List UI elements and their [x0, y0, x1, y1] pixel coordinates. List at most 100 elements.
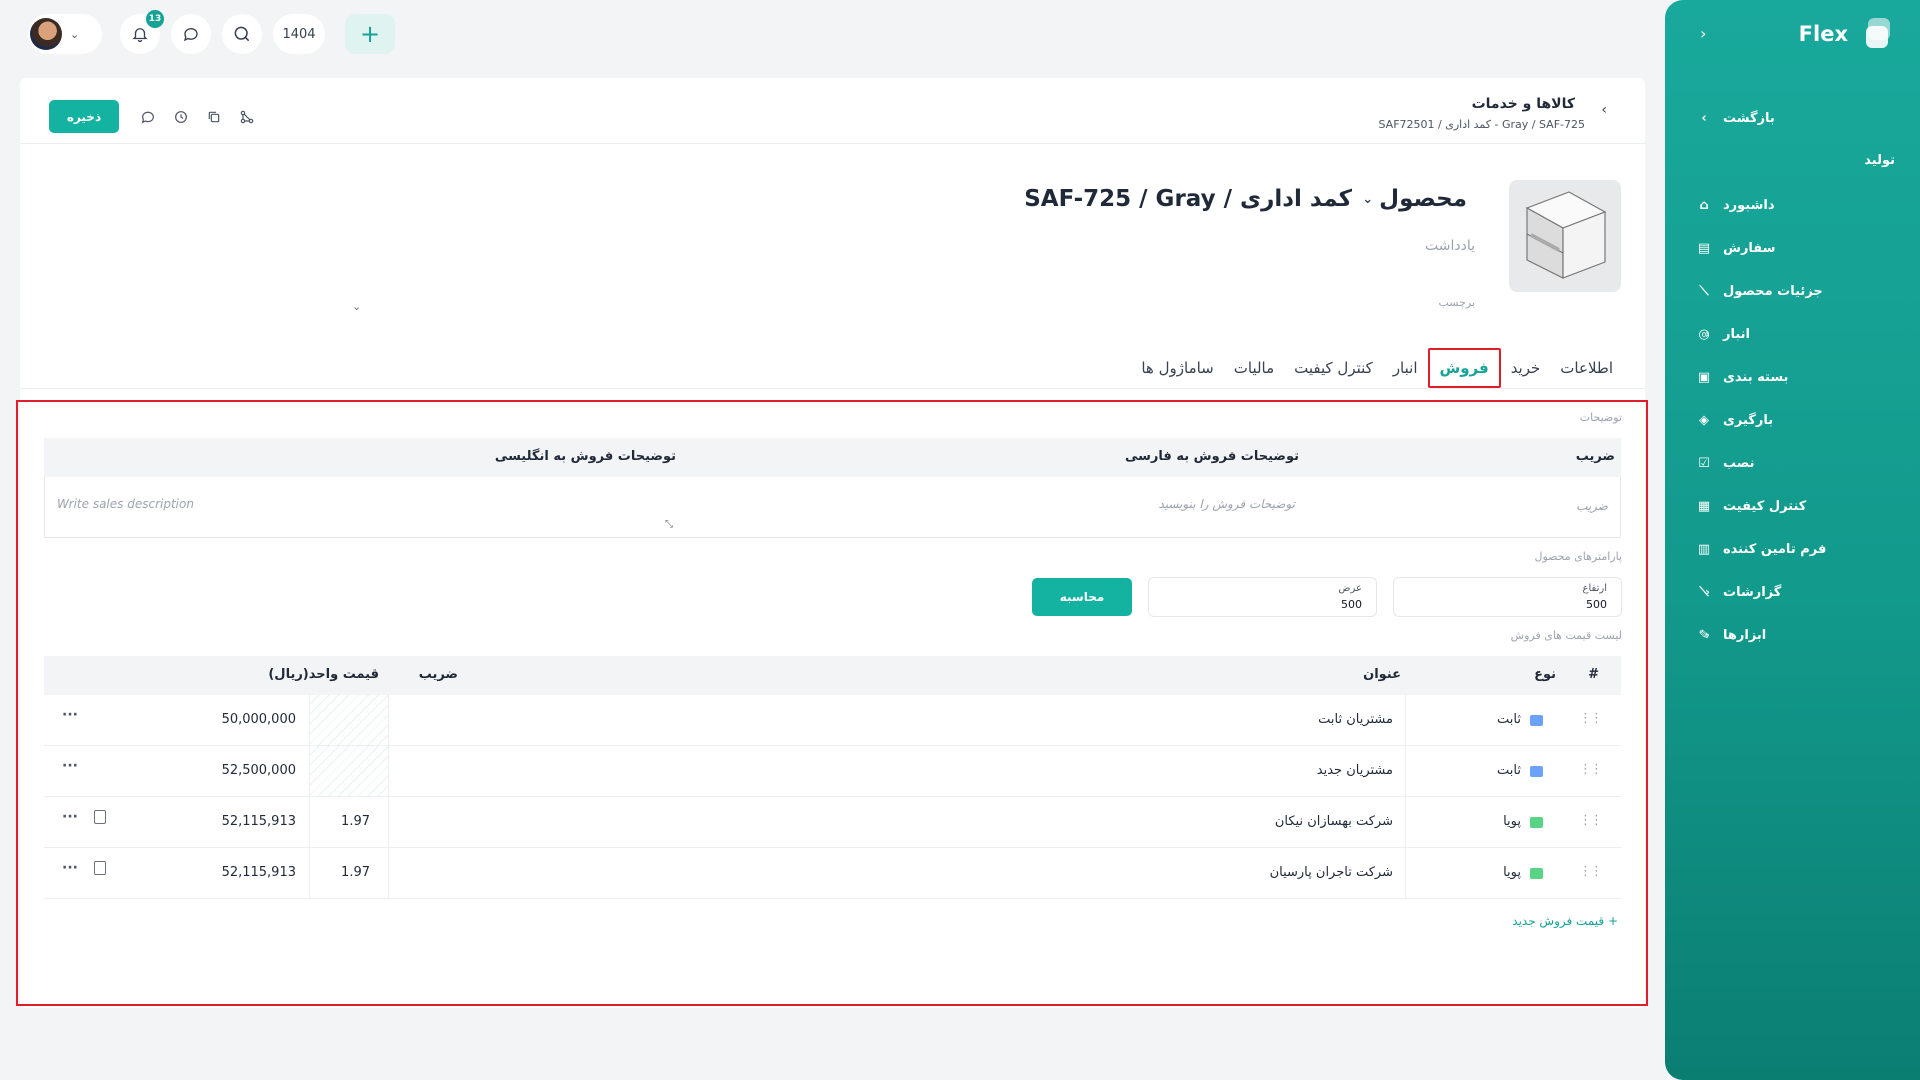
- width-field[interactable]: عرض 500: [1148, 577, 1377, 617]
- breadcrumb: Gray / SAF-725 - کمد اداری / SAF72501: [1378, 118, 1586, 131]
- table-row[interactable]: ⋮⋮ پویا شرکت بهسازان نیکان 1.97 52,115,913 ··…: [44, 797, 1621, 848]
- price-unit-value: 52,500,000: [221, 763, 296, 778]
- price-table-header: # نوع عنوان ضریب قیمت واحد(ریال): [44, 656, 1621, 695]
- factor-input[interactable]: ضریب: [1576, 499, 1608, 513]
- document-icon[interactable]: [94, 861, 106, 875]
- document-icon[interactable]: [94, 810, 106, 824]
- sales-desc-fa-input[interactable]: توضیحات فروش را بنویسید: [1158, 497, 1295, 511]
- drag-handle-icon[interactable]: ⋮⋮: [1579, 762, 1603, 777]
- sidebar-item-6[interactable]: ☑ نصب: [1695, 448, 1895, 478]
- notification-count-badge: 13: [146, 10, 164, 28]
- duplicate-icon[interactable]: [204, 107, 224, 127]
- search-button[interactable]: [222, 14, 262, 54]
- col-index: #: [1588, 667, 1599, 682]
- divider: [388, 695, 389, 745]
- drag-handle-icon[interactable]: ⋮⋮: [1579, 813, 1603, 828]
- cabinet-illustration: [1525, 191, 1607, 279]
- sidebar-item-7[interactable]: ▦ کنترل کیفیت: [1695, 491, 1895, 521]
- tab-bar: اطلاعات خرید فروش انبار کنترل کیفیت مالیات سام…: [1131, 348, 1623, 388]
- collapse-sidebar-button[interactable]: ‹: [1700, 24, 1706, 43]
- chevron-down-icon: ⌄: [70, 27, 80, 41]
- height-field[interactable]: ارتفاع 500: [1393, 577, 1622, 617]
- factor-disabled-cell: [310, 695, 388, 745]
- price-title: شرکت بهسازان نیکان: [1274, 814, 1393, 829]
- divider: [388, 848, 389, 898]
- sidebar-item-4[interactable]: ▣ بسته بندی: [1695, 362, 1895, 392]
- workflow-icon[interactable]: [237, 107, 257, 127]
- divider: [309, 695, 310, 745]
- comment-icon[interactable]: [138, 107, 158, 127]
- grid-icon: ▦: [1697, 498, 1711, 514]
- price-type-icon: [1530, 868, 1543, 879]
- table-row[interactable]: ⋮⋮ پویا شرکت تاجران پارسیان 1.97 52,115,913 ·…: [44, 848, 1621, 899]
- factor-disabled-cell: [310, 746, 388, 796]
- chevron-down-icon: ⌄: [1362, 191, 1374, 207]
- more-options-icon[interactable]: ···: [62, 809, 78, 825]
- brand-logo: Flex: [1799, 18, 1890, 50]
- tag-dropdown-chevron-icon[interactable]: ⌄: [352, 300, 361, 313]
- form-icon: ▥: [1697, 541, 1711, 557]
- note-input[interactable]: یادداشت: [1425, 238, 1475, 254]
- divider: [1405, 848, 1406, 898]
- sales-desc-en-input[interactable]: Write sales description: [57, 497, 194, 511]
- col-title: عنوان: [1363, 667, 1401, 682]
- sidebar-item-10[interactable]: ✎ ابزارها ‹: [1695, 620, 1895, 650]
- avatar: [30, 18, 62, 50]
- drag-handle-icon[interactable]: ⋮⋮: [1579, 864, 1603, 879]
- divider: [309, 797, 310, 847]
- tag-input[interactable]: برچسب: [1438, 296, 1475, 309]
- tab-6[interactable]: ساماژول ها: [1131, 348, 1223, 388]
- search-icon: [234, 26, 250, 42]
- more-options-icon[interactable]: ···: [62, 860, 78, 876]
- add-sales-price-link[interactable]: + قیمت فروش جدید: [1512, 914, 1618, 928]
- tab-4[interactable]: کنترل کیفیت: [1284, 348, 1383, 388]
- chevron-left-icon: ‹: [1705, 628, 1710, 642]
- description-section-label: توضیحات: [1579, 411, 1622, 424]
- product-kind-selector[interactable]: محصول ⌄: [1362, 186, 1467, 212]
- price-type: پویا: [1503, 865, 1521, 880]
- price-type: ثابت: [1497, 763, 1521, 778]
- flex-logo-icon: [1858, 18, 1890, 50]
- sidebar-item-0[interactable]: ⌂ داشبورد: [1695, 190, 1895, 220]
- home-icon: ⌂: [1699, 197, 1709, 213]
- notifications-button[interactable]: 13: [120, 10, 164, 54]
- back-chevron-icon[interactable]: ‹: [1601, 102, 1607, 118]
- sidebar-item-9[interactable]: ⟋ گزارشات ‹: [1695, 577, 1895, 607]
- year-selector[interactable]: 1404: [273, 14, 325, 54]
- drag-handle-icon[interactable]: ⋮⋮: [1579, 711, 1603, 726]
- history-icon[interactable]: [171, 107, 191, 127]
- more-options-icon[interactable]: ···: [62, 758, 78, 774]
- sidebar-item-3[interactable]: ◎ انبار ‹: [1695, 319, 1895, 349]
- sidebar-item-8[interactable]: ▥ فرم تامین کننده: [1695, 534, 1895, 564]
- chevron-right-icon: ›: [1701, 110, 1707, 126]
- sidebar-item-5[interactable]: ◈ بارگیری: [1695, 405, 1895, 435]
- sidebar-item-label: گزارشات: [1723, 584, 1782, 600]
- tab-1[interactable]: خرید: [1501, 348, 1551, 388]
- sidebar-item-label: انبار: [1723, 326, 1751, 342]
- tab-0[interactable]: اطلاعات: [1550, 348, 1623, 388]
- chevron-left-icon: ‹: [1705, 585, 1710, 599]
- sidebar-item-1[interactable]: ▤ سفارش: [1695, 233, 1895, 263]
- calculate-button[interactable]: محاسبه: [1032, 578, 1132, 616]
- save-button[interactable]: ذخیره: [49, 100, 119, 133]
- tab-2[interactable]: فروش: [1427, 348, 1501, 388]
- chart-icon: ⟋: [1699, 283, 1709, 299]
- table-row[interactable]: ⋮⋮ ثابت مشتریان جدید 52,500,000 ···: [44, 746, 1621, 797]
- tab-3[interactable]: انبار: [1383, 348, 1428, 388]
- sidebar-back[interactable]: › بازگشت: [1695, 103, 1895, 133]
- user-menu-button[interactable]: ⌄: [28, 14, 102, 54]
- resize-handle-icon[interactable]: ⤡: [665, 519, 673, 530]
- year-label: 1404: [282, 26, 316, 42]
- price-type-icon: [1530, 715, 1543, 726]
- more-options-icon[interactable]: ···: [62, 707, 78, 723]
- price-type-icon: [1530, 817, 1543, 828]
- col-sales-desc-fa: توضیحات فروش به فارسی: [1125, 449, 1299, 464]
- chat-button[interactable]: [171, 14, 211, 54]
- product-image[interactable]: [1509, 180, 1621, 292]
- col-sales-desc-en: توضیحات فروش به انگلیسی: [494, 449, 676, 464]
- add-button[interactable]: +: [345, 14, 395, 54]
- divider: [388, 797, 389, 847]
- table-row[interactable]: ⋮⋮ ثابت مشتریان ثابت 50,000,000 ···: [44, 695, 1621, 746]
- sidebar-item-2[interactable]: ⟋ جزئیات محصول: [1695, 276, 1895, 306]
- tab-5[interactable]: مالیات: [1224, 348, 1284, 388]
